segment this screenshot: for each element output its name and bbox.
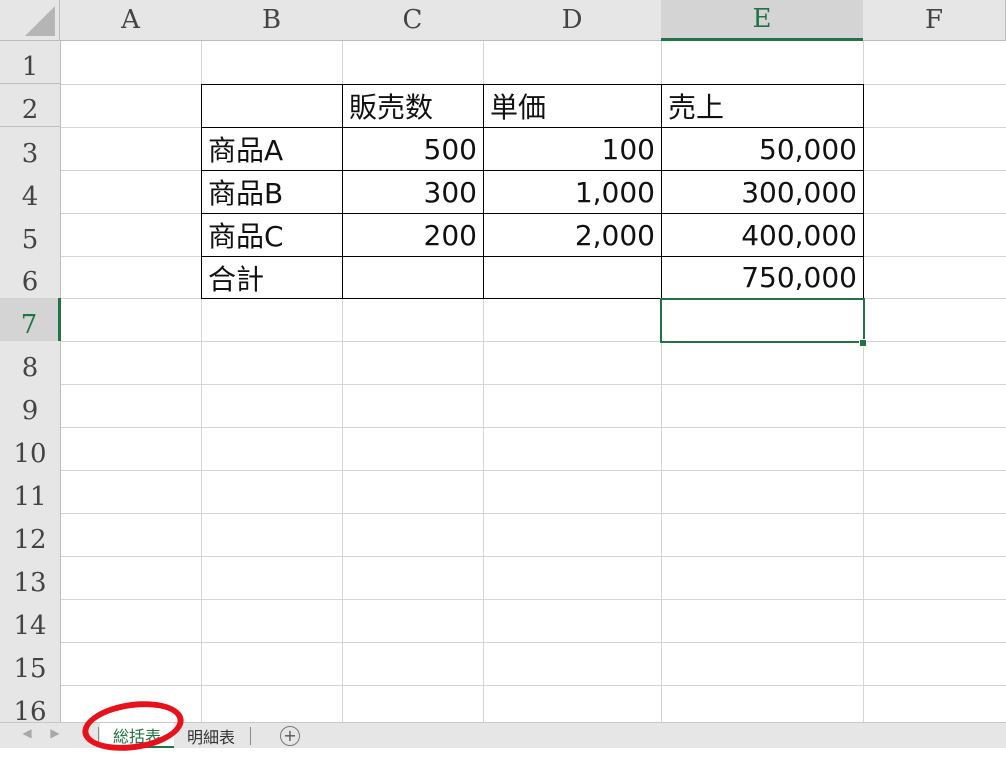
cell-d5[interactable]: 2,000 bbox=[484, 214, 661, 256]
active-cell-e7[interactable] bbox=[660, 298, 865, 343]
column-header-c[interactable]: C bbox=[342, 0, 484, 41]
cell-e4[interactable]: 300,000 bbox=[662, 171, 863, 213]
cell-d3[interactable]: 100 bbox=[484, 128, 661, 170]
column-header-e[interactable]: E bbox=[661, 0, 864, 41]
cell-c4[interactable]: 300 bbox=[343, 171, 483, 213]
row-header-9[interactable]: 9 bbox=[0, 384, 61, 428]
cell-b2[interactable] bbox=[202, 85, 342, 127]
cell-b3[interactable]: 商品A bbox=[202, 128, 342, 170]
row-header-13[interactable]: 13 bbox=[0, 556, 61, 600]
row-header-11[interactable]: 11 bbox=[0, 470, 61, 514]
cell-d2-unit-price-header[interactable]: 単価 bbox=[484, 85, 661, 127]
cell-d4[interactable]: 1,000 bbox=[484, 171, 661, 213]
column-header-f[interactable]: F bbox=[863, 0, 1006, 41]
sheet-tab-details[interactable]: 明細表 bbox=[176, 723, 246, 748]
cell-e6-total-value[interactable]: 750,000 bbox=[662, 257, 863, 298]
table-border bbox=[863, 84, 864, 299]
cell-d6[interactable] bbox=[484, 257, 661, 298]
cell-c6[interactable] bbox=[343, 257, 483, 298]
row-header-15[interactable]: 15 bbox=[0, 642, 61, 686]
row-header-16[interactable]: 16 bbox=[0, 685, 61, 722]
grid-line bbox=[61, 642, 1006, 643]
row-header-4[interactable]: 4 bbox=[0, 170, 61, 214]
row-header-10[interactable]: 10 bbox=[0, 427, 61, 471]
grid-line bbox=[61, 470, 1006, 471]
add-sheet-plus-circle-icon[interactable]: + bbox=[280, 726, 300, 746]
cell-e5[interactable]: 400,000 bbox=[662, 214, 863, 256]
grid-line bbox=[61, 384, 1006, 385]
spreadsheet-grid: A B C D E F 1 2 3 4 5 6 7 8 9 10 11 12 1… bbox=[0, 0, 1006, 722]
scroll-tabs-left-icon[interactable]: ◀ bbox=[18, 726, 36, 740]
cell-e2-revenue-header[interactable]: 売上 bbox=[662, 85, 863, 127]
cell-b5[interactable]: 商品C bbox=[202, 214, 342, 256]
select-all-triangle-icon bbox=[25, 6, 55, 36]
column-header-b[interactable]: B bbox=[201, 0, 343, 41]
grid-line bbox=[61, 556, 1006, 557]
row-header-14[interactable]: 14 bbox=[0, 599, 61, 643]
grid-line bbox=[61, 513, 1006, 514]
grid-line bbox=[61, 427, 1006, 428]
row-header-12[interactable]: 12 bbox=[0, 513, 61, 557]
cell-b6-total-label[interactable]: 合計 bbox=[202, 257, 342, 298]
column-header-a[interactable]: A bbox=[60, 0, 202, 41]
column-header-d[interactable]: D bbox=[483, 0, 662, 41]
cell-c2-sales-qty-header[interactable]: 販売数 bbox=[343, 85, 483, 127]
select-all-corner[interactable] bbox=[0, 0, 60, 41]
row-header-6[interactable]: 6 bbox=[0, 256, 61, 299]
cell-e3[interactable]: 50,000 bbox=[662, 128, 863, 170]
tab-divider bbox=[250, 727, 251, 745]
row-header-7[interactable]: 7 bbox=[0, 298, 61, 342]
cell-b4[interactable]: 商品B bbox=[202, 171, 342, 213]
row-header-1[interactable]: 1 bbox=[0, 41, 61, 84]
grid-line bbox=[61, 685, 1006, 686]
cell-c5[interactable]: 200 bbox=[343, 214, 483, 256]
grid-line bbox=[61, 599, 1006, 600]
cell-c3[interactable]: 500 bbox=[343, 128, 483, 170]
row-header-3[interactable]: 3 bbox=[0, 127, 61, 171]
row-header-2[interactable]: 2 bbox=[0, 84, 61, 127]
scroll-tabs-right-icon[interactable]: ▶ bbox=[46, 726, 64, 740]
fill-handle[interactable] bbox=[859, 339, 867, 347]
row-header-5[interactable]: 5 bbox=[0, 213, 61, 257]
row-header-8[interactable]: 8 bbox=[0, 341, 61, 385]
